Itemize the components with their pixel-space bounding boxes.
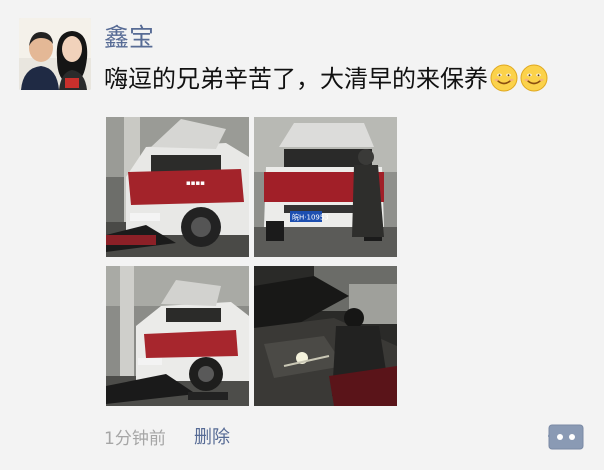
post-text: 嗨逗的兄弟辛苦了，大清早的来保养 (104, 62, 548, 96)
avatar-photo (19, 18, 91, 90)
post-photo-1[interactable]: ▪▪▪▪ (106, 117, 249, 257)
username[interactable]: 鑫宝 (104, 22, 154, 54)
post-photo-4[interactable] (254, 266, 397, 406)
avatar[interactable] (19, 18, 91, 90)
post-timestamp: 1分钟前 (104, 429, 166, 449)
car-maintenance-photo (106, 266, 249, 406)
car-maintenance-photo: ▪▪▪▪ (106, 117, 249, 257)
car-maintenance-photo: 皖H·10953 (254, 117, 397, 257)
comment-button[interactable] (546, 424, 584, 450)
post-photo-2[interactable]: 皖H·10953 (254, 117, 397, 257)
post-text-content: 嗨逗的兄弟辛苦了，大清早的来保养 (104, 65, 488, 93)
delete-button[interactable]: 删除 (194, 426, 230, 450)
comment-dots-icon (546, 424, 584, 450)
smile-emoji-icon (520, 64, 548, 92)
moment-post: 鑫宝 嗨逗的兄弟辛苦了，大清早的来保养 ▪▪▪▪ 皖H·10953 1分钟前 删… (0, 0, 604, 470)
svg-text:▪▪▪▪: ▪▪▪▪ (186, 179, 205, 187)
car-maintenance-photo (254, 266, 397, 406)
smile-emoji-icon (490, 64, 518, 92)
plate-text: 皖H·10953 (292, 213, 329, 222)
post-photo-3[interactable] (106, 266, 249, 406)
